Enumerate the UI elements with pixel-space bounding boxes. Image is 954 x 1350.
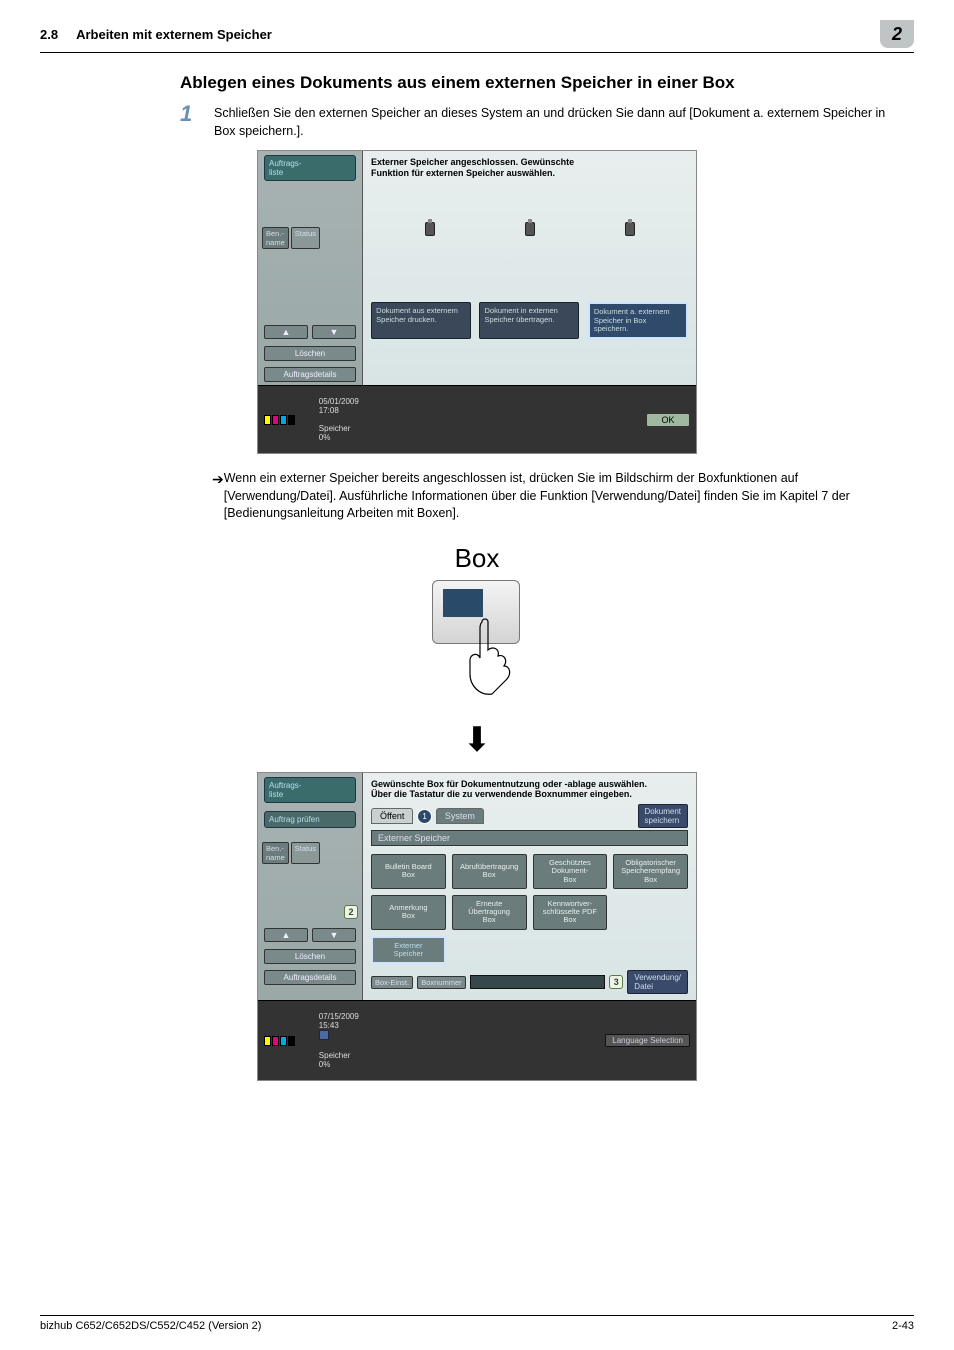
box-settings-label: Box-Einst.	[371, 976, 413, 989]
external-memory-bar: Externer Speicher	[371, 830, 688, 846]
external-memory-box[interactable]: Externer Speicher	[371, 936, 446, 965]
footer-model: bizhub C652/C652DS/C552/C452 (Version 2)	[40, 1320, 261, 1332]
callout-3: 3	[609, 975, 623, 989]
usb-print-icon	[419, 214, 441, 236]
status-mem-label: Speicher	[319, 424, 351, 433]
callout-2: 2	[344, 905, 358, 919]
screenshot-external-memory-menu: Auftrags- liste Ben.- name Status ▲ ▼ Lö…	[257, 150, 697, 454]
joblist-button[interactable]: Auftrags- liste	[264, 155, 356, 181]
finger-icon	[462, 616, 516, 696]
up-arrow-button[interactable]: ▲	[264, 928, 308, 942]
polling-box[interactable]: Abrufübertragung Box	[452, 854, 527, 889]
screenshot-box-selection: Auftrags- liste Auftrag prüfen Ben.- nam…	[257, 772, 697, 1082]
bulletin-board-box[interactable]: Bulletin Board Box	[371, 854, 446, 889]
step-1: 1 Schließen Sie den externen Speicher an…	[180, 105, 894, 140]
status-time: 17:08	[319, 406, 339, 415]
retransmit-box[interactable]: Erneute Übertragung Box	[452, 895, 527, 930]
save-document-button[interactable]: Dokument speichern	[638, 804, 688, 828]
box-number-label: Boxnummer	[417, 976, 465, 989]
toner-indicator	[264, 1036, 295, 1046]
up-arrow-button[interactable]: ▲	[264, 325, 308, 339]
box-number-field[interactable]	[470, 975, 606, 989]
topic-heading: Ablegen eines Dokuments aus einem extern…	[180, 73, 914, 93]
username-chip: Ben.- name	[262, 842, 289, 864]
page-footer: bizhub C652/C652DS/C552/C452 (Version 2)…	[40, 1315, 914, 1332]
status-mem-value: 0%	[319, 1060, 331, 1069]
delete-button[interactable]: Löschen	[264, 949, 356, 964]
memory-icon	[319, 1030, 329, 1040]
arrow-icon: ➔	[212, 470, 224, 523]
status-mem-label: Speicher	[319, 1051, 351, 1060]
callout-1: 1	[417, 809, 431, 824]
note: ➔ Wenn ein externer Speicher bereits ang…	[212, 470, 884, 523]
usage-file-button[interactable]: Verwendung/ Datei	[627, 970, 688, 994]
language-selection-button[interactable]: Language Selection	[605, 1034, 690, 1047]
save-external-to-box-button[interactable]: Dokument a. externem Speicher in Box spe…	[588, 302, 688, 339]
annotation-box[interactable]: Anmerkung Box	[371, 895, 446, 930]
jobcheck-button[interactable]: Auftrag prüfen	[264, 811, 356, 828]
status-date: 05/01/2009	[319, 397, 359, 406]
username-chip: Ben.- name	[262, 227, 289, 249]
toner-indicator	[264, 415, 295, 425]
flow-arrow-icon: ⬇	[40, 720, 914, 760]
main-area: Externer Speicher angeschlossen. Gewünsc…	[363, 151, 696, 385]
password-pdf-box[interactable]: Kennwortver- schlüsselte PDF Box	[533, 895, 608, 930]
down-arrow-button[interactable]: ▼	[312, 325, 356, 339]
section-title: Arbeiten mit externem Speicher	[76, 27, 880, 42]
ok-button[interactable]: OK	[646, 413, 690, 427]
save-to-external-button[interactable]: Dokument in externen Speicher übertragen…	[479, 302, 579, 339]
chapter-badge: 2	[880, 20, 914, 48]
status-time: 15:43	[319, 1021, 339, 1030]
status-date: 07/15/2009	[319, 1012, 359, 1021]
status-chip: Status	[291, 227, 320, 249]
tab-public[interactable]: Öffent	[371, 808, 413, 824]
status-chip: Status	[291, 842, 320, 864]
status-bar: 07/15/2009 15:43 Speicher 0% Language Se…	[258, 1000, 696, 1080]
sidebar: Auftrags- liste Ben.- name Status ▲ ▼ Lö…	[258, 151, 363, 385]
memory-rx-box[interactable]: Obligatorischer Speicherempfang Box	[613, 854, 688, 889]
page-header: 2.8 Arbeiten mit externem Speicher 2	[40, 20, 914, 53]
note-text: Wenn ein externer Speicher bereits anges…	[224, 470, 884, 523]
joblist-button[interactable]: Auftrags- liste	[264, 777, 356, 803]
job-details-button[interactable]: Auftragsdetails	[264, 367, 356, 382]
prompt-message: Externer Speicher angeschlossen. Gewünsc…	[371, 157, 688, 179]
usb-box-icon	[619, 214, 641, 236]
box-key-illustration: Box	[40, 543, 914, 710]
print-from-external-button[interactable]: Dokument aus externem Speicher drucken.	[371, 302, 471, 339]
step-number: 1	[180, 101, 214, 127]
sidebar: Auftrags- liste Auftrag prüfen Ben.- nam…	[258, 773, 363, 1001]
secure-doc-box[interactable]: Geschütztes Dokument- Box	[533, 854, 608, 889]
usb-save-icon	[519, 214, 541, 236]
tab-system[interactable]: System	[436, 808, 484, 824]
status-mem-value: 0%	[319, 433, 331, 442]
prompt-message: Gewünschte Box für Dokumentnutzung oder …	[371, 779, 688, 801]
job-details-button[interactable]: Auftragsdetails	[264, 970, 356, 985]
footer-page: 2-43	[892, 1320, 914, 1332]
section-number: 2.8	[40, 27, 58, 42]
box-label: Box	[40, 543, 914, 574]
down-arrow-button[interactable]: ▼	[312, 928, 356, 942]
main-area: Gewünschte Box für Dokumentnutzung oder …	[363, 773, 696, 1001]
delete-button[interactable]: Löschen	[264, 346, 356, 361]
status-bar: 05/01/2009 17:08 Speicher 0% OK	[258, 385, 696, 453]
step-text: Schließen Sie den externen Speicher an d…	[214, 105, 894, 140]
